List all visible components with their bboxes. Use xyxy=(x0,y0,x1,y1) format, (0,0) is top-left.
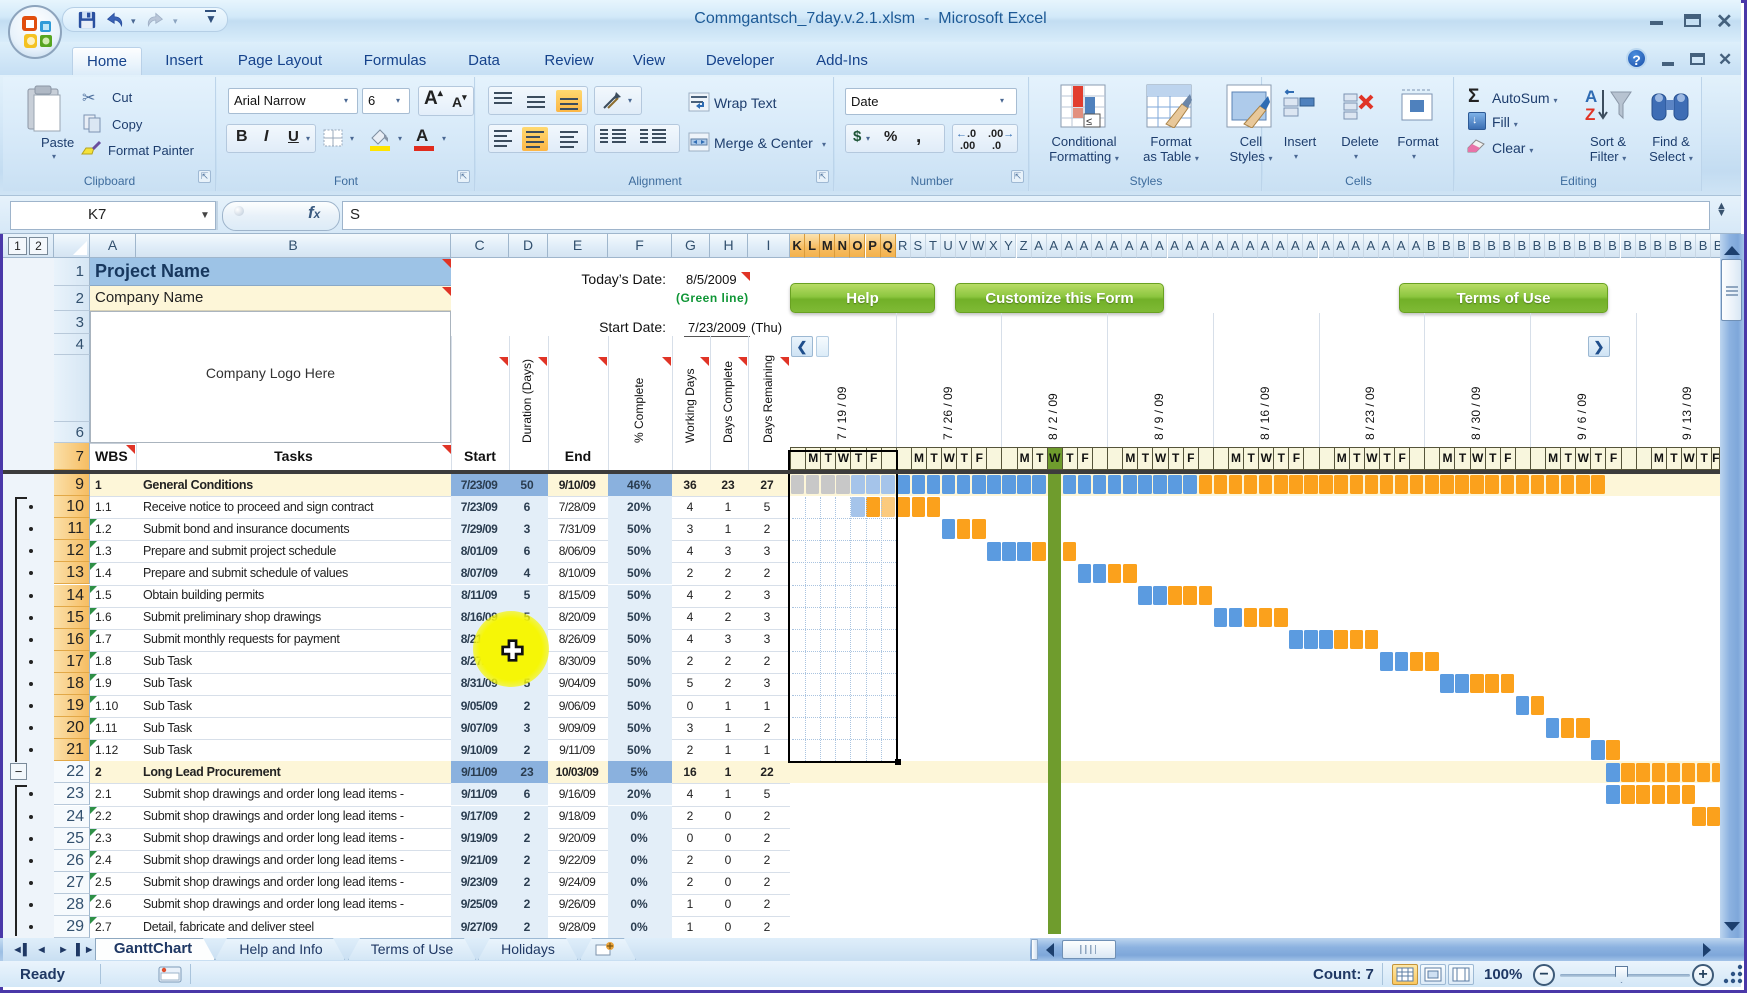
svg-text:A: A xyxy=(1585,87,1597,106)
svg-text:≤: ≤ xyxy=(1086,116,1092,128)
svg-text:Z: Z xyxy=(1585,105,1595,124)
